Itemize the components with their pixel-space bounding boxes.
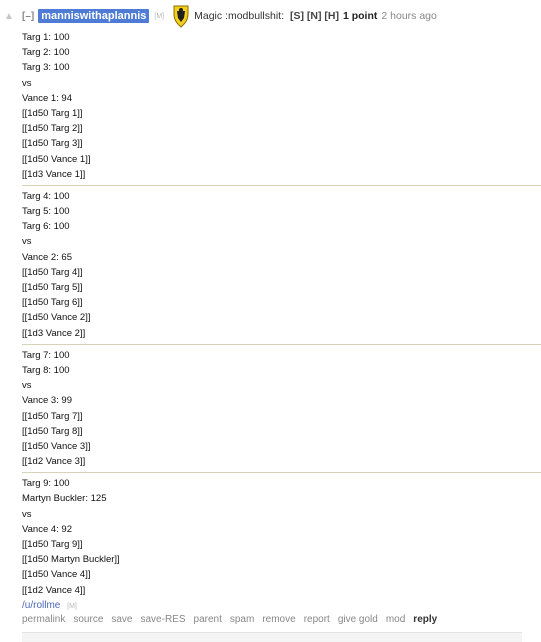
comment-line: vs (22, 77, 32, 89)
comment-line: Targ 6: 100 (22, 221, 70, 233)
permalink-button[interactable]: permalink (22, 614, 65, 625)
comment-line: [[1d50 Targ 3]] (22, 138, 83, 150)
comment-line: [[1d50 Targ 6]] (22, 297, 83, 309)
comment-line: [[1d50 Targ 9]] (22, 539, 83, 550)
comment-line: [[1d3 Vance 1]] (22, 168, 86, 180)
roll-block-3: Targ 7: 100 Targ 8: 100 vs Vance 3: 99 [… (22, 348, 541, 470)
flair-icon (172, 4, 190, 28)
roll-block-2: Targ 4: 100 Targ 5: 100 Targ 6: 100 vs V… (22, 189, 541, 341)
divider (22, 343, 541, 345)
comment-line: [[1d50 Vance 4]] (22, 569, 91, 581)
give-gold-button[interactable]: give gold (338, 614, 378, 625)
comment-line: Vance 4: 92 (22, 523, 73, 535)
comment-tagline: ▲ [–] manniswithaplannis [M] Magic :modb… (4, 4, 437, 28)
comment-line: vs (22, 236, 32, 248)
comment-line: Targ 2: 100 (22, 47, 70, 59)
comment-buttons: permalink source save save-RES parent sp… (22, 614, 437, 625)
rollme-link[interactable]: /u/rollme (22, 600, 60, 611)
author-tag: [M] (154, 12, 165, 20)
divider (22, 472, 541, 474)
user-attributes: [S] [N] [H] (289, 10, 339, 22)
save-button[interactable]: save (111, 614, 132, 625)
comment-line: Targ 7: 100 (22, 349, 70, 361)
source-button[interactable]: source (73, 614, 103, 625)
comment-line: [[1d50 Vance 3]] (22, 440, 91, 452)
roll-block-4: Targ 9: 100 Martyn Buckler: 125 vs Vance… (22, 476, 541, 598)
comment-body: Targ 1: 100 Targ 2: 100 Targ 3: 100 vs V… (22, 30, 541, 613)
comment-line: Vance 2: 65 (22, 251, 73, 263)
comment-line: Targ 3: 100 (22, 62, 70, 74)
comment-line: Targ 8: 100 (22, 364, 70, 376)
comment-line: [[1d50 Martyn Buckler]] (22, 554, 120, 566)
rollme-mention: /u/rollme [M] (22, 598, 541, 613)
author-link[interactable]: manniswithaplannis (38, 9, 150, 23)
rollme-tag: [M] (67, 602, 77, 610)
roll-block-1: Targ 1: 100 Targ 2: 100 Targ 3: 100 vs V… (22, 30, 541, 182)
comment-line: [[1d50 Targ 7]] (22, 410, 83, 422)
save-res-button[interactable]: save-RES (141, 614, 186, 625)
remove-button[interactable]: remove (262, 614, 295, 625)
comment-line: Targ 5: 100 (22, 206, 70, 218)
comment: ▲ [–] manniswithaplannis [M] Magic :modb… (0, 0, 541, 642)
comment-line: [[1d50 Targ 1]] (22, 107, 83, 119)
comment-line: Targ 4: 100 (22, 190, 70, 202)
comment-line: Targ 1: 100 (22, 32, 70, 43)
comment-line: vs (22, 508, 32, 520)
timestamp: 2 hours ago (381, 10, 437, 22)
author-flair: Magic :modbullshit: (194, 10, 284, 22)
mod-button[interactable]: mod (386, 614, 405, 625)
reply-button[interactable]: reply (413, 614, 437, 625)
comment-line: [[1d3 Vance 2]] (22, 327, 86, 339)
comment-line: Vance 3: 99 (22, 395, 73, 407)
spam-button[interactable]: spam (230, 614, 254, 625)
upvote-icon[interactable]: ▲ (4, 11, 18, 22)
comment-line: vs (22, 380, 32, 392)
report-button[interactable]: report (304, 614, 330, 625)
comment-line: Targ 9: 100 (22, 478, 70, 490)
comment-line: Vance 1: 94 (22, 92, 73, 104)
comment-line: Martyn Buckler: 125 (22, 493, 107, 505)
parent-button[interactable]: parent (194, 614, 222, 625)
comment-line: [[1d2 Vance 4]] (22, 584, 86, 596)
collapse-toggle[interactable]: [–] (22, 11, 34, 22)
comment-line: [[1d50 Targ 8]] (22, 425, 83, 437)
score: 1 point (342, 10, 378, 22)
comment-line: [[1d50 Vance 1]] (22, 153, 91, 165)
comment-line: [[1d50 Vance 2]] (22, 312, 91, 324)
divider (22, 184, 541, 186)
comment-line: [[1d50 Targ 4]] (22, 266, 83, 278)
comment-line: [[1d2 Vance 3]] (22, 456, 86, 468)
comment-line: [[1d50 Targ 5]] (22, 282, 83, 293)
comment-line: [[1d50 Targ 2]] (22, 123, 83, 135)
